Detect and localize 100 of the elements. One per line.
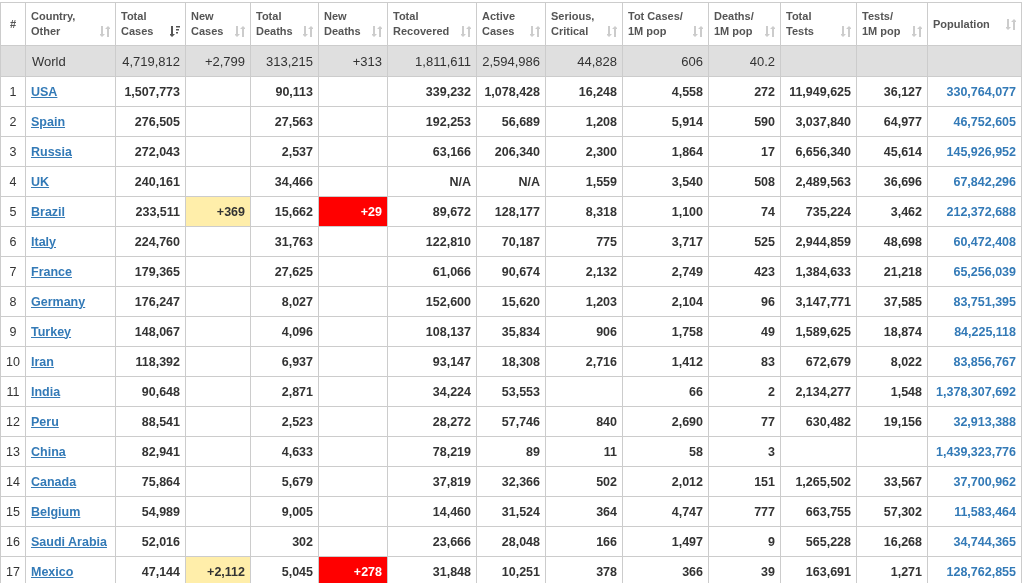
table-cell: 1,758 xyxy=(622,316,709,347)
table-cell: 3,540 xyxy=(622,166,709,197)
table-cell: 16,268 xyxy=(856,526,928,557)
table-cell: 525 xyxy=(708,226,781,257)
table-cell: 3,147,771 xyxy=(780,286,857,317)
table-cell: 8,027 xyxy=(250,286,319,317)
table-cell: 96 xyxy=(708,286,781,317)
table-cell: 3,037,840 xyxy=(780,106,857,137)
rank-number: 17 xyxy=(0,556,26,583)
table-cell: 14,460 xyxy=(387,496,477,527)
table-cell: 23,666 xyxy=(387,526,477,557)
table-cell: 777 xyxy=(708,496,781,527)
rank-number: 8 xyxy=(0,286,26,317)
table-cell: 508 xyxy=(708,166,781,197)
table-cell: 58 xyxy=(622,436,709,467)
table-cell: 54,989 xyxy=(115,496,186,527)
table-cell: 6,656,340 xyxy=(780,136,857,167)
rank-number: 12 xyxy=(0,406,26,437)
table-cell: 606 xyxy=(622,45,709,77)
table-cell: 2 xyxy=(708,376,781,407)
sort-icon[interactable] xyxy=(170,26,180,37)
table-cell: 90,648 xyxy=(115,376,186,407)
table-cell: 330,764,077 xyxy=(927,76,1022,107)
table-cell: 2,537 xyxy=(250,136,319,167)
table-cell: 148,067 xyxy=(115,316,186,347)
table-cell: 1,412 xyxy=(622,346,709,377)
table-cell: 90,113 xyxy=(250,76,319,107)
rank-number: 1 xyxy=(0,76,26,107)
table-cell: 302 xyxy=(250,526,319,557)
table-cell: 2,012 xyxy=(622,466,709,497)
table-cell: 672,679 xyxy=(780,346,857,377)
table-cell: 64,977 xyxy=(856,106,928,137)
rank-number: 16 xyxy=(0,526,26,557)
table-cell: 3,717 xyxy=(622,226,709,257)
table-cell: 151 xyxy=(708,466,781,497)
table-cell: 66 xyxy=(622,376,709,407)
country-link[interactable]: Peru xyxy=(31,414,59,429)
table-cell: 37,585 xyxy=(856,286,928,317)
table-cell: 34,744,365 xyxy=(927,526,1022,557)
table-cell: 735,224 xyxy=(780,196,857,227)
table-cell: 36,696 xyxy=(856,166,928,197)
table-cell: 84,225,118 xyxy=(927,316,1022,347)
table-cell: 840 xyxy=(545,406,623,437)
rank-number: 13 xyxy=(0,436,26,467)
rank-number: 2 xyxy=(0,106,26,137)
table-cell: 34,466 xyxy=(250,166,319,197)
table-cell: 27,625 xyxy=(250,256,319,287)
rank-number: 4 xyxy=(0,166,26,197)
country-link[interactable]: Iran xyxy=(31,354,54,369)
column-header[interactable]: # xyxy=(9,16,17,32)
table-cell: 179,365 xyxy=(115,256,186,287)
country-link[interactable]: China xyxy=(31,444,66,459)
table-cell: 33,567 xyxy=(856,466,928,497)
country-link[interactable]: Spain xyxy=(31,114,66,129)
table-cell: 28,048 xyxy=(476,526,546,557)
country-link[interactable]: UK xyxy=(31,174,50,189)
table-cell: 57,302 xyxy=(856,496,928,527)
table-cell: 45,614 xyxy=(856,136,928,167)
table-cell: 78,219 xyxy=(387,436,477,467)
table-cell: 4,558 xyxy=(622,76,709,107)
table-cell: 44,828 xyxy=(545,45,623,77)
country-link[interactable]: India xyxy=(31,384,61,399)
table-cell: 364 xyxy=(545,496,623,527)
table-cell: 1,203 xyxy=(545,286,623,317)
table-cell: +29 xyxy=(318,196,388,227)
country-link[interactable]: USA xyxy=(31,84,58,99)
rank-number: 14 xyxy=(0,466,26,497)
table-cell: 17 xyxy=(708,136,781,167)
table-cell: 145,926,952 xyxy=(927,136,1022,167)
table-cell: 1,100 xyxy=(622,196,709,227)
table-cell: 67,842,296 xyxy=(927,166,1022,197)
table-cell: 1,378,307,692 xyxy=(927,376,1022,407)
table-cell: 1,811,611 xyxy=(387,45,477,77)
table-cell: 3,462 xyxy=(856,196,928,227)
rank-number: 10 xyxy=(0,346,26,377)
rank-number: 5 xyxy=(0,196,26,227)
table-cell: 75,864 xyxy=(115,466,186,497)
table-cell: 65,256,039 xyxy=(927,256,1022,287)
table-cell: 15,662 xyxy=(250,196,319,227)
table-cell: 18,874 xyxy=(856,316,928,347)
table-cell: 775 xyxy=(545,226,623,257)
table-cell: 9 xyxy=(708,526,781,557)
table-cell: 82,941 xyxy=(115,436,186,467)
table-cell: 31,763 xyxy=(250,226,319,257)
table-cell: 423 xyxy=(708,256,781,287)
table-cell: 83,856,767 xyxy=(927,346,1022,377)
table-cell: 90,674 xyxy=(476,256,546,287)
country-link[interactable]: Brazil xyxy=(31,204,66,219)
country-link[interactable]: Italy xyxy=(31,234,56,249)
table-cell: 77 xyxy=(708,406,781,437)
table-cell: 2,489,563 xyxy=(780,166,857,197)
table-cell: 5,914 xyxy=(622,106,709,137)
table-cell: 2,523 xyxy=(250,406,319,437)
table-cell: 176,247 xyxy=(115,286,186,317)
table-cell: 1,384,633 xyxy=(780,256,857,287)
table-cell: 52,016 xyxy=(115,526,186,557)
table-cell: 4,747 xyxy=(622,496,709,527)
table-cell: 1,559 xyxy=(545,166,623,197)
table-cell: 63,166 xyxy=(387,136,477,167)
table-cell: 2,944,859 xyxy=(780,226,857,257)
